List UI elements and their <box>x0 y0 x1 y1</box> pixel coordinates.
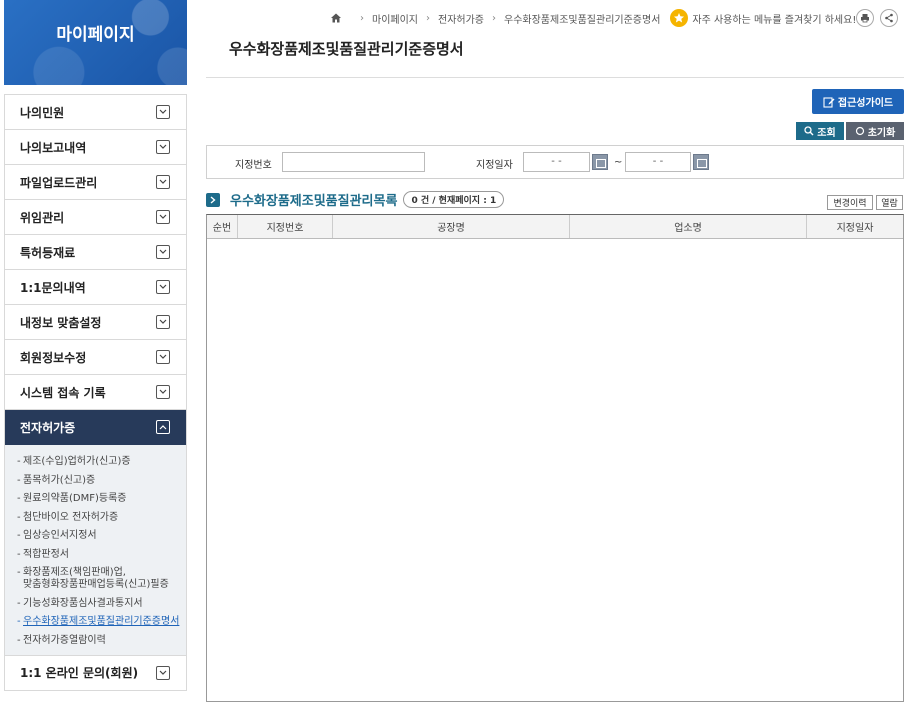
sidebar-item-edit-member[interactable]: 회원정보수정 <box>5 340 186 375</box>
date-from-input[interactable]: - - <box>523 152 590 172</box>
search-panel: 지정번호 지정일자 - - ~ - - <box>206 145 904 179</box>
breadcrumb-item[interactable]: 전자허가증 <box>438 11 484 26</box>
sidebar-item-my-petitions[interactable]: 나의민원 <box>5 95 186 130</box>
sidebar-item-label: 나의보고내역 <box>20 140 87 155</box>
sidebar-item-my-reports[interactable]: 나의보고내역 <box>5 130 186 165</box>
chevron-right-icon: › <box>360 12 364 24</box>
change-history-button[interactable]: 변경이력 <box>827 195 873 210</box>
sidebar-item-label: 1:1 온라인 문의(회원) <box>20 666 139 680</box>
chevron-down-icon[interactable] <box>156 350 170 364</box>
sidebar-item-label: 위임관리 <box>20 210 65 225</box>
table-header: 순번 지정번호 공장명 업소명 지정일자 <box>207 215 903 239</box>
sidebar-item-label: 전자허가증 <box>20 420 76 435</box>
chevron-right-icon <box>206 192 220 207</box>
submenu-item[interactable]: 품목허가(신고)증 <box>17 475 182 487</box>
sidebar-item-delegation[interactable]: 위임관리 <box>5 200 186 235</box>
calendar-icon[interactable] <box>592 154 608 170</box>
submenu-item[interactable]: 첨단바이오 전자허가증 <box>17 512 182 524</box>
accessibility-guide-label: 접근성가이드 <box>837 98 894 109</box>
chevron-down-icon[interactable] <box>156 665 170 680</box>
sidebar-item-label: 1:1문의내역 <box>20 280 86 295</box>
chevron-down-icon[interactable] <box>156 140 170 154</box>
reset-button[interactable]: 초기화 <box>846 122 904 140</box>
sidebar-item-label: 시스템 접속 기록 <box>20 385 106 400</box>
chevron-down-icon[interactable] <box>156 385 170 399</box>
breadcrumb-item[interactable]: 마이페이지 <box>372 11 418 26</box>
date-label: 지정일자 <box>476 160 513 171</box>
accessibility-guide-button[interactable]: 접근성가이드 <box>812 89 904 114</box>
sidebar-menu: 나의민원 나의보고내역 파일업로드관리 위임관리 특허등재료 1:1문의내역 내… <box>4 94 187 691</box>
chevron-up-icon[interactable] <box>156 420 170 434</box>
share-icon[interactable] <box>880 9 898 27</box>
date-to-input[interactable]: - - <box>625 152 691 172</box>
chevron-down-icon[interactable] <box>156 210 170 224</box>
breadcrumb: › 마이페이지 › 전자허가증 › 우수화장품제조및품질관리기준증명서 자주 사… <box>330 8 856 28</box>
sidebar-item-label: 나의민원 <box>20 105 65 120</box>
favorite-text: 자주 사용하는 메뉴를 즐겨찾기 하세요! <box>692 14 857 26</box>
sidebar-item-e-license[interactable]: 전자허가증 <box>5 410 186 445</box>
sidebar-item-inquiries[interactable]: 1:1문의내역 <box>5 270 186 305</box>
submenu-item-current[interactable]: 우수화장품제조및품질관리기준증명서 <box>17 616 182 628</box>
submenu-item[interactable]: 임상승인서지정서 <box>17 530 182 542</box>
data-table: 순번 지정번호 공장명 업소명 지정일자 <box>206 214 904 702</box>
reset-button-label: 초기화 <box>867 127 896 139</box>
view-button[interactable]: 열람 <box>876 195 903 210</box>
sidebar-item-label: 회원정보수정 <box>20 350 87 365</box>
column-header[interactable]: 지정일자 <box>807 215 903 238</box>
refresh-icon <box>855 126 864 136</box>
chevron-down-icon[interactable] <box>156 105 170 119</box>
edit-icon <box>823 96 835 108</box>
list-header: 우수화장품제조및품질관리목록 0 건 / 현재페이지 : 1 <box>206 190 505 209</box>
page-title: 우수화장품제조및품질관리기준증명서 <box>229 40 464 58</box>
sidebar-submenu: 제조(수입)업허가(신고)증 품목허가(신고)증 원료의약품(DMF)등록증 첨… <box>5 445 186 656</box>
star-icon[interactable] <box>670 9 689 27</box>
sidebar-item-label: 내정보 맞춤설정 <box>20 315 102 330</box>
submenu-item[interactable]: 적합판정서 <box>17 549 182 561</box>
sidebar: 마이페이지 나의민원 나의보고내역 파일업로드관리 위임관리 특허등재료 1:1… <box>4 0 187 702</box>
count-badge: 0 건 / 현재페이지 : 1 <box>403 191 505 208</box>
sidebar-item-patent[interactable]: 특허등재료 <box>5 235 186 270</box>
column-header[interactable]: 업소명 <box>570 215 807 238</box>
home-icon[interactable] <box>330 12 342 24</box>
sidebar-item-label: 특허등재료 <box>20 245 76 260</box>
sidebar-title: 마이페이지 <box>56 25 135 45</box>
breadcrumb-item[interactable]: 우수화장품제조및품질관리기준증명서 <box>504 11 660 26</box>
sidebar-item-online-inquiry[interactable]: 1:1 온라인 문의(회원) <box>5 655 186 691</box>
chevron-right-icon: › <box>426 12 430 24</box>
search-button-label: 조회 <box>817 127 836 139</box>
chevron-right-icon: › <box>492 12 496 24</box>
search-icon <box>804 126 814 136</box>
sidebar-item-label: 파일업로드관리 <box>20 175 98 190</box>
sidebar-item-access-log[interactable]: 시스템 접속 기록 <box>5 375 186 410</box>
column-header[interactable]: 지정번호 <box>238 215 333 238</box>
chevron-down-icon[interactable] <box>156 315 170 329</box>
submenu-item[interactable]: 화장품제조(책임판매)업, 맞춤형화장품판매업등록(신고)필증 <box>17 567 182 591</box>
number-input[interactable] <box>282 152 425 172</box>
search-button[interactable]: 조회 <box>796 122 844 140</box>
calendar-icon[interactable] <box>693 154 709 170</box>
submenu-item[interactable]: 전자허가증열람이력 <box>17 635 182 647</box>
list-title: 우수화장품제조및품질관리목록 <box>230 194 398 209</box>
sidebar-header: 마이페이지 <box>4 0 187 85</box>
print-icon[interactable] <box>856 9 874 27</box>
chevron-down-icon[interactable] <box>156 245 170 259</box>
divider <box>206 77 904 78</box>
column-header[interactable]: 공장명 <box>333 215 570 238</box>
sidebar-item-file-upload[interactable]: 파일업로드관리 <box>5 165 186 200</box>
submenu-item[interactable]: 기능성화장품심사결과통지서 <box>17 598 182 610</box>
chevron-down-icon[interactable] <box>156 280 170 294</box>
submenu-item[interactable]: 원료의약품(DMF)등록증 <box>17 493 182 505</box>
number-label: 지정번호 <box>235 160 272 171</box>
submenu-item[interactable]: 제조(수입)업허가(신고)증 <box>17 456 182 468</box>
chevron-down-icon[interactable] <box>156 175 170 189</box>
column-header[interactable]: 순번 <box>207 215 238 238</box>
date-tilde: ~ <box>614 157 623 168</box>
sidebar-item-custom-settings[interactable]: 내정보 맞춤설정 <box>5 305 186 340</box>
